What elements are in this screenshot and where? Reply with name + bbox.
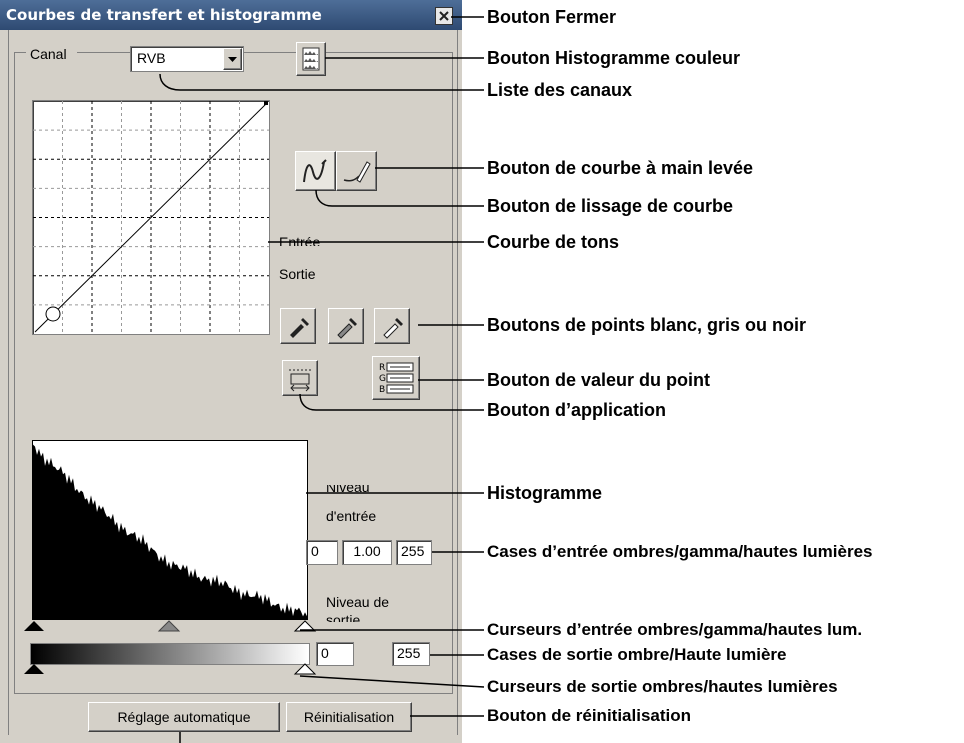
callout-output-boxes: Cases de sortie ombre/Haute lumière xyxy=(487,645,787,664)
callout-reset: Bouton de réinitialisation xyxy=(487,706,692,725)
callout-eyedroppers: Boutons de points blanc, gris ou noir xyxy=(487,315,806,335)
callout-output-sliders: Curseurs de sortie ombres/hautes lumière… xyxy=(487,677,838,696)
callout-close: Bouton Fermer xyxy=(487,7,617,27)
callout-input-sliders: Curseurs d’entrée ombres/gamma/hautes lu… xyxy=(487,620,863,639)
callout-input-boxes: Cases d’entrée ombres/gamma/hautes lumiè… xyxy=(487,542,873,561)
callout-apply: Bouton d’application xyxy=(487,400,666,420)
callout-channel-list: Liste des canaux xyxy=(487,80,633,100)
callout-color-histogram: Bouton Histogramme couleur xyxy=(487,48,741,68)
callout-tone-curve: Courbe de tons xyxy=(487,232,620,252)
callout-point-value: Bouton de valeur du point xyxy=(487,370,710,390)
callout-histogram: Histogramme xyxy=(487,483,603,503)
callout-freehand: Bouton de courbe à main levée xyxy=(487,158,754,178)
callout-smoothing: Bouton de lissage de courbe xyxy=(487,196,734,216)
